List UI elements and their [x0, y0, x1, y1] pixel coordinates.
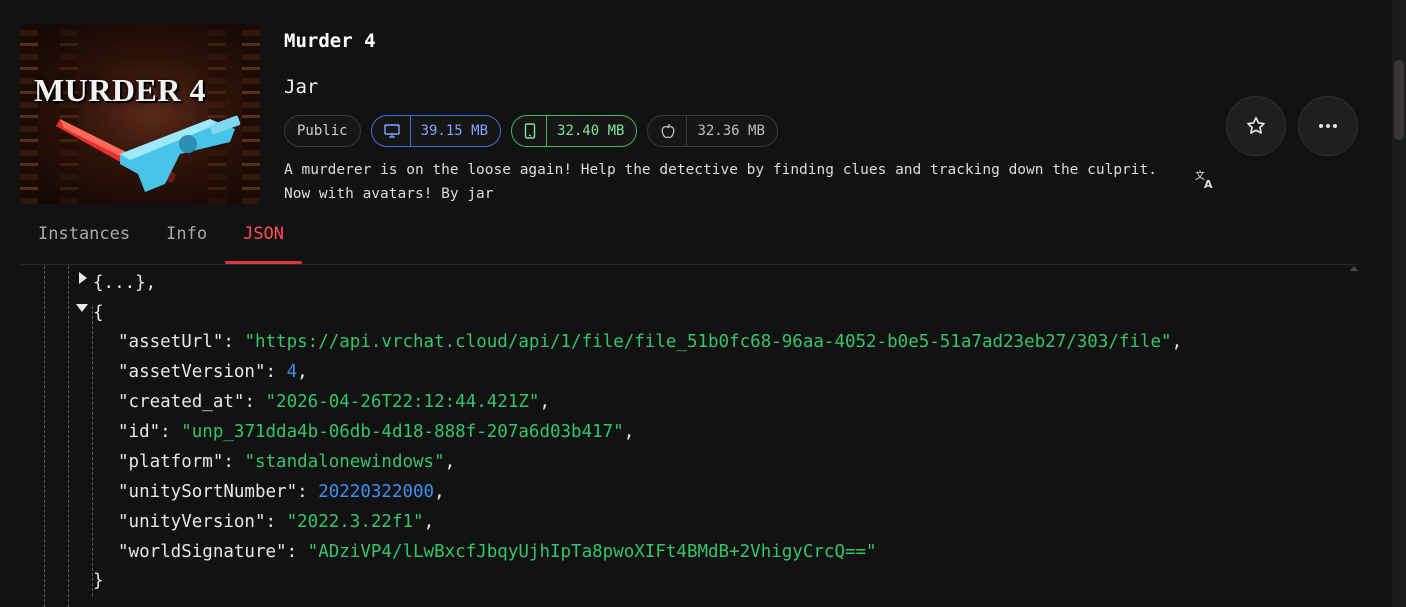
- json-key: "unityVersion": [118, 512, 266, 532]
- pc-size-badge: 39.15 MB: [370, 115, 502, 147]
- tab-bar: Instances Info JSON: [20, 212, 302, 264]
- json-key: "assetVersion": [118, 362, 266, 382]
- scrollbar-thumb[interactable]: [1394, 60, 1404, 140]
- ios-size-badge: 32.36 MB: [647, 115, 778, 147]
- world-name: Murder 4: [284, 30, 376, 52]
- apple-icon: [660, 116, 688, 146]
- tab-divider: [20, 264, 1358, 265]
- favorite-button[interactable]: [1226, 96, 1286, 156]
- world-tags: Public 39.15 MB 32.40 MB 32.36 MB: [284, 115, 778, 147]
- json-field-row: "unityVersion": "2022.3.22f1",: [118, 512, 435, 532]
- tab-json[interactable]: JSON: [225, 212, 302, 264]
- description-line: A murderer is on the loose again! Help t…: [284, 162, 1157, 178]
- scroll-up-arrow-icon[interactable]: [1350, 266, 1358, 271]
- json-key: "platform": [118, 452, 224, 472]
- json-key: "unitySortNumber": [118, 482, 298, 502]
- json-field-row: "id": "unp_371dda4b-06db-4d18-888f-207a6…: [118, 422, 635, 442]
- svg-text:A: A: [1204, 178, 1213, 190]
- collapse-caret-icon[interactable]: [76, 304, 88, 312]
- more-horizontal-icon: [1319, 124, 1337, 128]
- json-value: "2026-04-26T22:12:44.421Z": [265, 392, 540, 412]
- translate-icon[interactable]: 文 A: [1194, 168, 1216, 191]
- more-options-button[interactable]: [1298, 96, 1358, 156]
- indent-guide: [92, 306, 93, 596]
- json-tree-view[interactable]: {...}, { "assetUrl": "https://api.vrchat…: [20, 266, 1358, 607]
- tab-instances[interactable]: Instances: [20, 212, 148, 264]
- json-comma: ,: [423, 512, 435, 532]
- json-field-row: "platform": "standalonewindows",: [118, 452, 456, 472]
- json-value: 4: [286, 362, 298, 382]
- indent-guide: [44, 266, 45, 607]
- indent-guide: [68, 266, 69, 607]
- json-field-row: "created_at": "2026-04-26T22:12:44.421Z"…: [118, 392, 550, 412]
- knife-and-revolver-art: [56, 115, 241, 192]
- thumbnail-title: MURDER 4: [34, 72, 206, 108]
- json-comma: ,: [623, 422, 635, 442]
- json-comma: ,: [1171, 332, 1183, 352]
- expand-caret-icon[interactable]: [79, 272, 87, 284]
- window-scrollbar[interactable]: [1392, 0, 1406, 607]
- ios-size-value: 32.36 MB: [697, 123, 765, 139]
- visibility-badge: Public: [284, 115, 361, 147]
- phone-icon: [524, 116, 548, 146]
- json-key: "assetUrl": [118, 332, 224, 352]
- android-size-value: 32.40 MB: [557, 123, 625, 139]
- json-value: 20220322000: [318, 482, 435, 502]
- world-thumbnail: MURDER 4: [20, 24, 260, 204]
- json-field-row: "worldSignature": "ADziVP4/lLwBxcfJbqyUj…: [118, 542, 877, 562]
- world-detail-page: MURDER 4 Murder 4 Jar Public 39.15 MB 32…: [0, 0, 1406, 607]
- json-close-brace: }: [93, 571, 104, 591]
- json-value: "unp_371dda4b-06db-4d18-888f-207a6d03b41…: [181, 422, 624, 442]
- json-comma: ,: [434, 482, 445, 502]
- json-value: "https://api.vrchat.cloud/api/1/file/fil…: [244, 332, 1172, 352]
- json-key: "worldSignature": [118, 542, 287, 562]
- collapsed-json-object[interactable]: {...},: [93, 268, 156, 298]
- json-value: "2022.3.22f1": [286, 512, 424, 532]
- json-comma: ,: [539, 392, 550, 412]
- json-key: "created_at": [118, 392, 245, 412]
- author-name[interactable]: Jar: [284, 76, 318, 98]
- json-field-row: "unitySortNumber": 20220322000,: [118, 482, 445, 502]
- json-field-row: "assetUrl": "https://api.vrchat.cloud/ap…: [118, 332, 1183, 352]
- android-size-badge: 32.40 MB: [511, 115, 638, 147]
- description-line: Now with avatars! By jar: [284, 186, 494, 202]
- pc-size-value: 39.15 MB: [420, 123, 489, 139]
- star-icon: [1247, 116, 1265, 134]
- json-key: "id": [118, 422, 161, 442]
- json-open-brace: {: [93, 303, 104, 323]
- monitor-icon: [383, 116, 411, 146]
- visibility-label: Public: [297, 123, 348, 139]
- world-description: A murderer is on the loose again! Help t…: [284, 158, 1194, 206]
- json-comma: ,: [444, 452, 456, 472]
- json-value: "standalonewindows": [244, 452, 445, 472]
- tab-info[interactable]: Info: [148, 212, 225, 264]
- json-comma: ,: [297, 362, 308, 382]
- json-field-row: "assetVersion": 4,: [118, 362, 308, 382]
- json-value: "ADziVP4/lLwBxcfJbqyUjhIpTa8pwoXIFt4BMdB…: [307, 542, 877, 562]
